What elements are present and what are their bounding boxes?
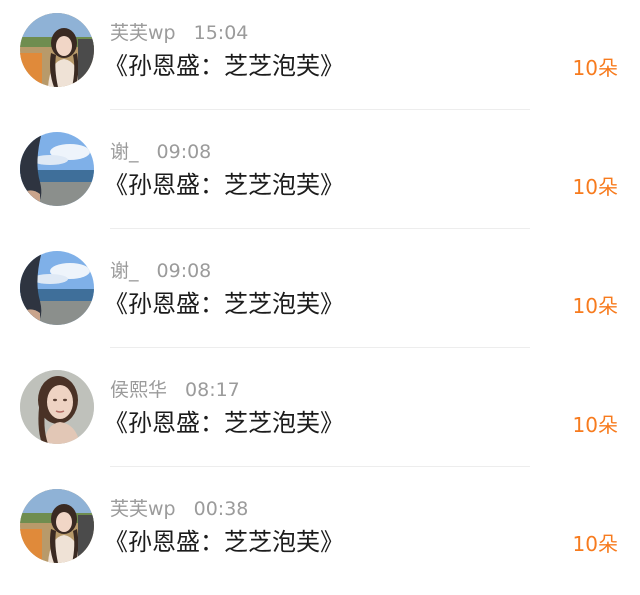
list-item[interactable]: 谢_ 09:08 《孙恩盛：芝芝泡芙》 10朵 — [0, 238, 640, 357]
list-item[interactable]: 侯熙华 08:17 《孙恩盛：芝芝泡芙》 10朵 — [0, 357, 640, 476]
timestamp: 08:17 — [185, 379, 240, 401]
username[interactable]: 芙芙wp — [110, 22, 176, 44]
list-item[interactable]: 谢_ 09:08 《孙恩盛：芝芝泡芙》 10朵 — [0, 119, 640, 238]
song-title: 《孙恩盛：芝芝泡芙》 — [104, 409, 344, 437]
timestamp: 09:08 — [156, 260, 212, 282]
username[interactable]: 侯熙华 — [110, 379, 167, 401]
username[interactable]: 芙芙wp — [110, 498, 176, 520]
username[interactable]: 谢_ — [110, 260, 139, 282]
song-title: 《孙恩盛：芝芝泡芙》 — [104, 171, 344, 199]
timestamp: 00:38 — [193, 498, 249, 520]
record-meta: 侯熙华 08:17 — [110, 377, 240, 403]
timestamp: 09:08 — [156, 141, 212, 163]
gift-count: 10朵 — [572, 175, 618, 199]
gift-count: 10朵 — [572, 56, 618, 80]
username[interactable]: 谢_ — [110, 141, 139, 163]
list-item[interactable]: 芙芙wp 00:38 《孙恩盛：芝芝泡芙》 10朵 — [0, 476, 640, 595]
record-meta: 谢_ 09:08 — [110, 139, 211, 165]
timestamp: 15:04 — [193, 22, 249, 44]
record-meta: 芙芙wp 00:38 — [110, 496, 248, 522]
song-title: 《孙恩盛：芝芝泡芙》 — [104, 528, 344, 556]
avatar[interactable] — [20, 489, 94, 563]
divider — [110, 347, 530, 348]
divider — [110, 228, 530, 229]
gift-count: 10朵 — [572, 294, 618, 318]
list-item[interactable]: 芙芙wp 15:04 《孙恩盛：芝芝泡芙》 10朵 — [0, 0, 640, 119]
avatar[interactable] — [20, 132, 94, 206]
record-meta: 谢_ 09:08 — [110, 258, 211, 284]
gift-count: 10朵 — [572, 532, 618, 556]
avatar[interactable] — [20, 251, 94, 325]
song-title: 《孙恩盛：芝芝泡芙》 — [104, 52, 344, 80]
gift-record-list: 芙芙wp 15:04 《孙恩盛：芝芝泡芙》 10朵 谢_ 09:08 《孙恩盛：芝芝… — [0, 0, 640, 595]
divider — [110, 466, 530, 467]
avatar[interactable] — [20, 13, 94, 87]
avatar[interactable] — [20, 370, 94, 444]
record-meta: 芙芙wp 15:04 — [110, 20, 248, 46]
song-title: 《孙恩盛：芝芝泡芙》 — [104, 290, 344, 318]
gift-count: 10朵 — [572, 413, 618, 437]
divider — [110, 109, 530, 110]
